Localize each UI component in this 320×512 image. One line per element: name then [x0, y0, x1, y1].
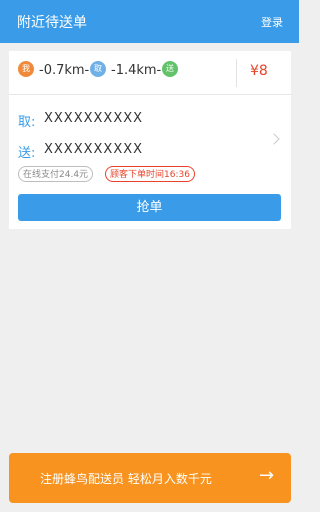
register-courier-banner[interactable]: 注册蜂鸟配送员 轻松月入数千元 →	[9, 453, 291, 503]
route-row: 我 -0.7km- 取 -1.4km- 送 ¥8	[9, 51, 291, 95]
arrow-right-icon: →	[259, 465, 275, 486]
order-price: ¥8	[250, 63, 268, 79]
divider	[236, 59, 237, 87]
pin-send-icon: 送	[162, 61, 178, 77]
distance-take-to-send: -1.4km-	[111, 63, 162, 78]
register-courier-text: 注册蜂鸟配送员 轻松月入数千元	[40, 472, 212, 486]
grab-order-button[interactable]: 抢单	[18, 194, 281, 221]
pin-me-icon: 我	[18, 61, 34, 77]
chevron-right-icon[interactable]	[268, 133, 280, 145]
distance-me-to-take: -0.7km-	[39, 63, 90, 78]
send-label: 送:	[18, 146, 36, 161]
payment-tag: 在线支付24.4元	[18, 166, 94, 182]
order-card[interactable]: 我 -0.7km- 取 -1.4km- 送 ¥8 取: XXXXXXXXXX 送…	[9, 51, 291, 229]
take-address: XXXXXXXXXX	[44, 111, 144, 126]
top-bar: 附近待送单 登录	[0, 0, 299, 43]
take-label: 取:	[18, 115, 36, 130]
login-link[interactable]: 登录	[261, 14, 283, 30]
send-address: XXXXXXXXXX	[44, 142, 144, 157]
order-time-tag: 顾客下单时间16:36	[105, 166, 195, 182]
pin-take-icon: 取	[90, 61, 106, 77]
page-title: 附近待送单	[17, 15, 87, 31]
